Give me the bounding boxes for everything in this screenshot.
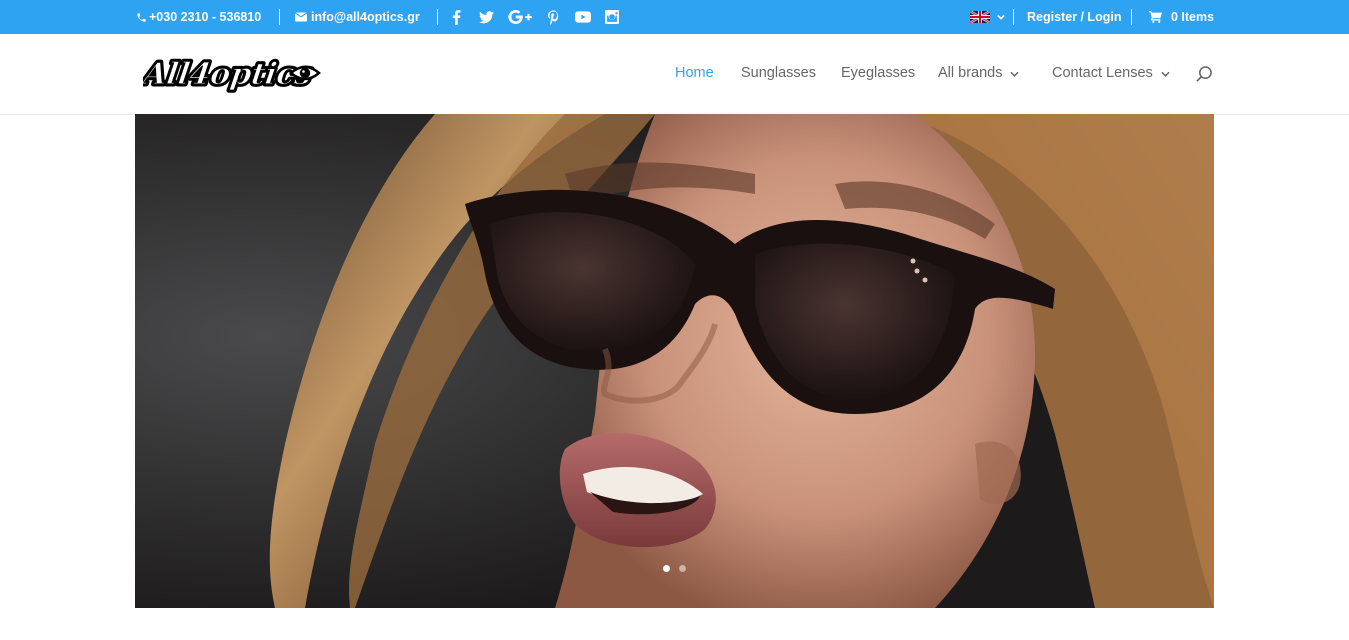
top-bar: +030 2310 - 536810 info@all4optics.gr Re… [0, 0, 1349, 34]
divider [279, 9, 280, 25]
site-logo[interactable]: All4optics All4optics [136, 50, 338, 106]
nav-item-sunglasses[interactable]: Sunglasses [741, 65, 816, 81]
slider-dot-2[interactable] [679, 565, 686, 572]
nav-item-eyeglasses[interactable]: Eyeglasses [841, 65, 915, 81]
youtube-icon[interactable] [575, 0, 591, 34]
logo-image: All4optics All4optics [136, 55, 321, 94]
google-plus-icon[interactable] [508, 0, 532, 34]
svg-text:All4optics: All4optics [143, 57, 314, 92]
uk-flag-icon [970, 11, 990, 23]
email-contact[interactable]: info@all4optics.gr [295, 0, 420, 34]
pinterest-icon[interactable] [548, 0, 559, 34]
main-header: All4optics All4optics Home Sunglasses Ey… [0, 34, 1349, 115]
hero-image [135, 114, 1214, 608]
email-address: info@all4optics.gr [311, 10, 420, 24]
chevron-down-icon [1161, 65, 1170, 81]
eye-icon [289, 65, 321, 81]
envelope-icon [295, 12, 307, 22]
chevron-down-icon [1010, 65, 1020, 81]
register-login-link[interactable]: Register / Login [1027, 0, 1121, 34]
nav-label: All brands [938, 65, 1003, 81]
divider [1131, 9, 1132, 25]
cart-link[interactable]: 0 Items [1149, 0, 1214, 34]
language-switcher[interactable] [970, 0, 1005, 34]
instagram-icon[interactable] [605, 0, 619, 34]
phone-number: +030 2310 - 536810 [149, 10, 262, 24]
divider [437, 9, 438, 25]
phone-contact[interactable]: +030 2310 - 536810 [136, 0, 261, 34]
cart-count: 0 Items [1171, 10, 1215, 24]
phone-icon [136, 12, 147, 23]
nav-item-home[interactable]: Home [675, 65, 714, 81]
nav-label: Contact Lenses [1052, 65, 1153, 81]
search-icon[interactable] [1196, 66, 1213, 88]
cart-icon [1149, 11, 1162, 23]
chevron-down-icon [997, 14, 1005, 20]
twitter-icon[interactable] [479, 0, 494, 34]
nav-item-all-brands[interactable]: All brands [938, 65, 1020, 81]
slider-dot-1[interactable] [663, 565, 670, 572]
hero-slider[interactable] [135, 114, 1214, 608]
divider [1013, 9, 1014, 25]
nav-item-contact-lenses[interactable]: Contact Lenses [1052, 65, 1170, 81]
facebook-icon[interactable] [452, 0, 461, 34]
